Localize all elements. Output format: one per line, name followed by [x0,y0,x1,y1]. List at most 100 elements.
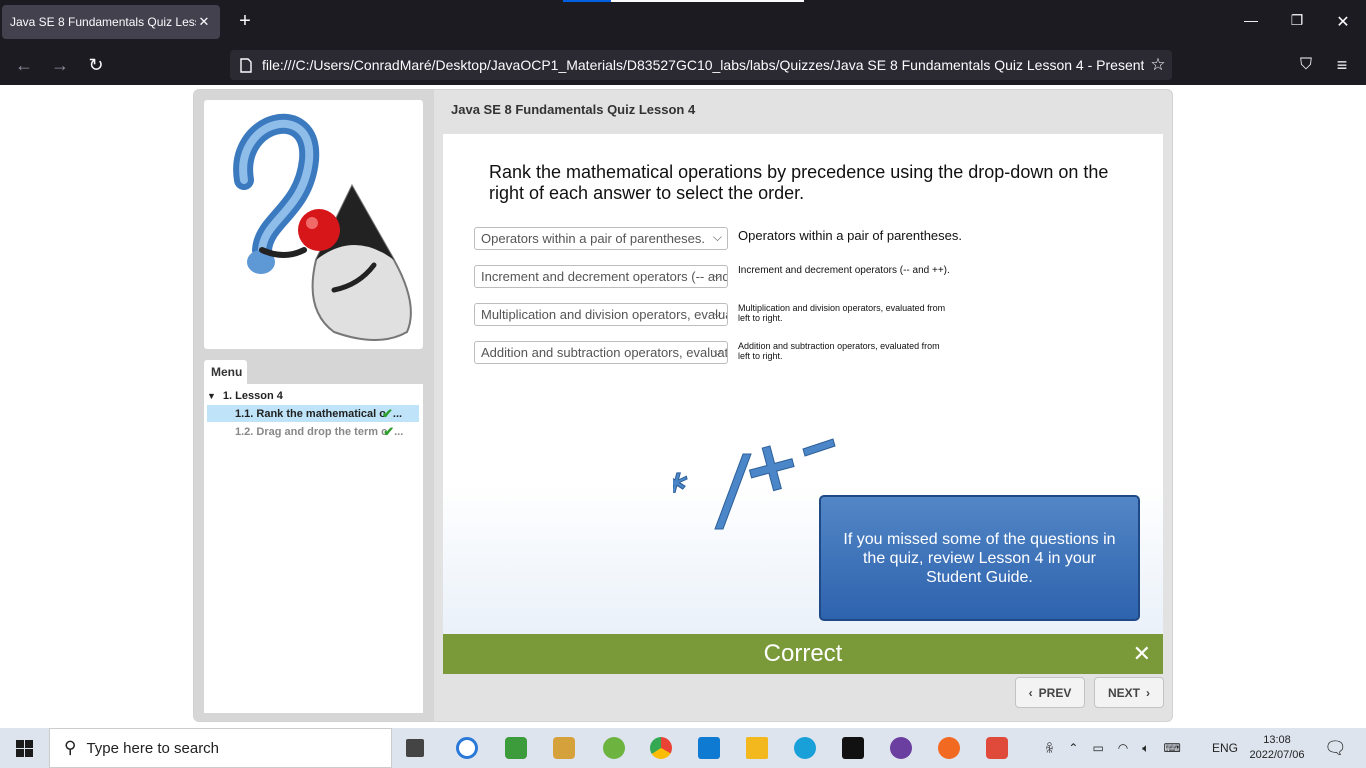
reload-icon[interactable]: ↻ [83,52,109,78]
people-icon[interactable]: ꆜ [1045,740,1054,756]
logo-panel [204,100,423,349]
vscode-icon[interactable] [698,737,720,759]
result-text: Correct [763,640,843,667]
duke-question-logo [233,113,412,341]
file-explorer-icon[interactable] [746,737,768,759]
system-tray: ꆜ ⌃ ▭ ◠ 🔈︎ ⌨ [1045,728,1181,768]
search-icon: ⚲ [64,738,77,757]
forward-arrow-icon[interactable]: → [47,52,73,78]
browser-chrome: Java SE 8 Fundamentals Quiz Lesson ✕ + —… [0,0,1366,85]
quiz-player: Menu ▼ 1. Lesson 4 1.1. Rank the mathema… [193,89,1173,722]
clock[interactable]: 13:08 2022/07/06 [1246,728,1308,768]
minimize-icon[interactable]: — [1239,12,1263,28]
tree-lesson[interactable]: ▼ 1. Lesson 4 [207,387,283,404]
firefox-icon[interactable] [938,737,960,759]
quiz-title: Java SE 8 Fundamentals Quiz Lesson 4 [451,102,696,117]
main-content: Java SE 8 Fundamentals Quiz Lesson 4 Ran… [434,90,1172,721]
notification-icon[interactable]: 🗨︎ [1324,728,1347,768]
menu-tab[interactable]: Menu [204,360,247,384]
math-operators-graphic: * [673,438,836,530]
taskbar-search[interactable]: ⚲ Type here to search [49,728,392,768]
tab-title: Java SE 8 Fundamentals Quiz Lesson [10,15,196,29]
rank-dropdown-3[interactable]: Multiplication and division operators, e… [474,303,728,326]
close-icon[interactable]: ✕ [1133,634,1151,674]
back-arrow-icon[interactable]: ← [11,52,37,78]
battery-icon[interactable]: ▭ [1092,741,1103,755]
svg-text:*: * [673,466,691,515]
keyboard-icon[interactable]: ⌨ [1163,741,1180,755]
chevron-down-icon[interactable]: ▼ [207,391,216,401]
search-placeholder: Type here to search [86,739,220,757]
snipping-tool-icon[interactable] [986,737,1008,759]
page-icon [240,57,252,73]
tab-indicator-line [611,0,804,2]
new-tab-icon[interactable]: + [234,10,256,32]
address-bar[interactable]: file:///C:/Users/ConradMaré/Desktop/Java… [230,50,1172,80]
volume-icon[interactable]: 🔈︎ [1142,741,1149,756]
checkmark-icon: ✔ [383,423,395,439]
chevron-up-icon[interactable]: ⌃ [1068,741,1078,755]
answer-text-4: Addition and subtraction operators, eval… [738,341,940,361]
checkmark-icon: ✔ [382,405,393,421]
chevron-down-icon: ⌵ [712,230,722,244]
tree-item-1-1[interactable]: 1.1. Rank the mathematical o ✔ ... [207,405,419,422]
dropdown-value: Multiplication and division operators, e… [481,307,727,322]
sidebar: Menu ▼ 1. Lesson 4 1.1. Rank the mathema… [194,90,434,721]
answer-text-2: Increment and decrement operators (-- an… [738,265,950,276]
node-icon[interactable] [505,737,527,759]
tab-indicator [563,0,611,2]
next-button[interactable]: NEXT › [1094,677,1164,708]
windows-start-icon[interactable] [16,740,33,757]
quiz-slide: Rank the mathematical operations by prec… [443,134,1163,634]
prev-label: PREV [1038,685,1072,700]
tree-item-label: 1.1. Rank the mathematical o [235,407,386,420]
wifi-icon[interactable]: ◠ [1118,741,1128,755]
restore-icon[interactable]: ❐ [1285,12,1309,29]
clock-time: 13:08 [1263,734,1291,746]
dropdown-value: Operators within a pair of parentheses. [481,231,706,246]
clock-date: 2022/07/06 [1249,749,1305,761]
close-window-icon[interactable]: ✕ [1331,12,1355,32]
chevron-down-icon: ⌵ [712,268,722,282]
result-bar: Correct ✕ [443,634,1163,674]
chevron-down-icon: ⌵ [712,306,722,320]
dropdown-value: Increment and decrement operators (-- an… [481,269,728,284]
tree-item-ellipsis: ... [392,407,403,420]
rank-dropdown-4[interactable]: Addition and subtraction operators, eval… [474,341,728,364]
menu-hamburger-icon[interactable]: ≡ [1329,52,1355,78]
github-desktop-icon[interactable] [890,737,912,759]
feedback-box: If you missed some of the questions in t… [819,495,1140,621]
next-label: NEXT [1107,685,1140,700]
menu-panel: ▼ 1. Lesson 4 1.1. Rank the mathematical… [204,384,423,713]
taskbar: ⚲ Type here to search ꆜ ⌃ ▭ ◠ 🔈︎ ⌨ ENG 1… [0,728,1366,768]
chrome-icon[interactable] [650,737,672,759]
chat-icon[interactable] [456,737,478,759]
close-tab-icon[interactable]: ✕ [196,14,212,30]
intellij-icon[interactable] [842,737,864,759]
tab-bar: Java SE 8 Fundamentals Quiz Lesson ✕ + —… [0,0,1366,44]
chevron-right-icon: › [1146,685,1150,700]
edge-icon[interactable] [794,737,816,759]
tree-lesson-label: 1. Lesson 4 [222,389,283,402]
tree-item-ellipsis: ... [394,425,404,438]
pocket-icon[interactable]: ⛉ [1293,52,1319,78]
browser-tab[interactable]: Java SE 8 Fundamentals Quiz Lesson ✕ [2,5,220,39]
bookmark-star-icon[interactable]: ☆ [1144,55,1172,75]
tree-item-1-2[interactable]: 1.2. Drag and drop the term c ✔ ... [207,423,403,440]
virtualbox-icon[interactable] [553,737,575,759]
tree-item-label: 1.2. Drag and drop the term c [235,425,388,438]
task-view-icon[interactable] [406,739,424,757]
navigation-bar: ← → ↻ file:///C:/Users/ConradMaré/Deskto… [0,44,1366,85]
rank-dropdown-1[interactable]: Operators within a pair of parentheses. ⌵ [474,227,728,250]
answer-text-3: Multiplication and division operators, e… [738,303,946,323]
prev-button[interactable]: ‹ PREV [1015,677,1085,708]
spring-tools-icon[interactable] [603,737,625,759]
dropdown-value: Addition and subtraction operators, eval… [481,345,728,360]
question-text: Rank the mathematical operations by prec… [489,162,1109,203]
chevron-left-icon: ‹ [1028,685,1033,700]
language-indicator[interactable]: ENG [1212,728,1238,768]
chevron-down-icon: ⌵ [712,344,722,358]
rank-dropdown-2[interactable]: Increment and decrement operators (-- an… [474,265,728,288]
answer-text-1: Operators within a pair of parentheses. [738,228,963,243]
url-text[interactable]: file:///C:/Users/ConradMaré/Desktop/Java… [262,57,1144,73]
